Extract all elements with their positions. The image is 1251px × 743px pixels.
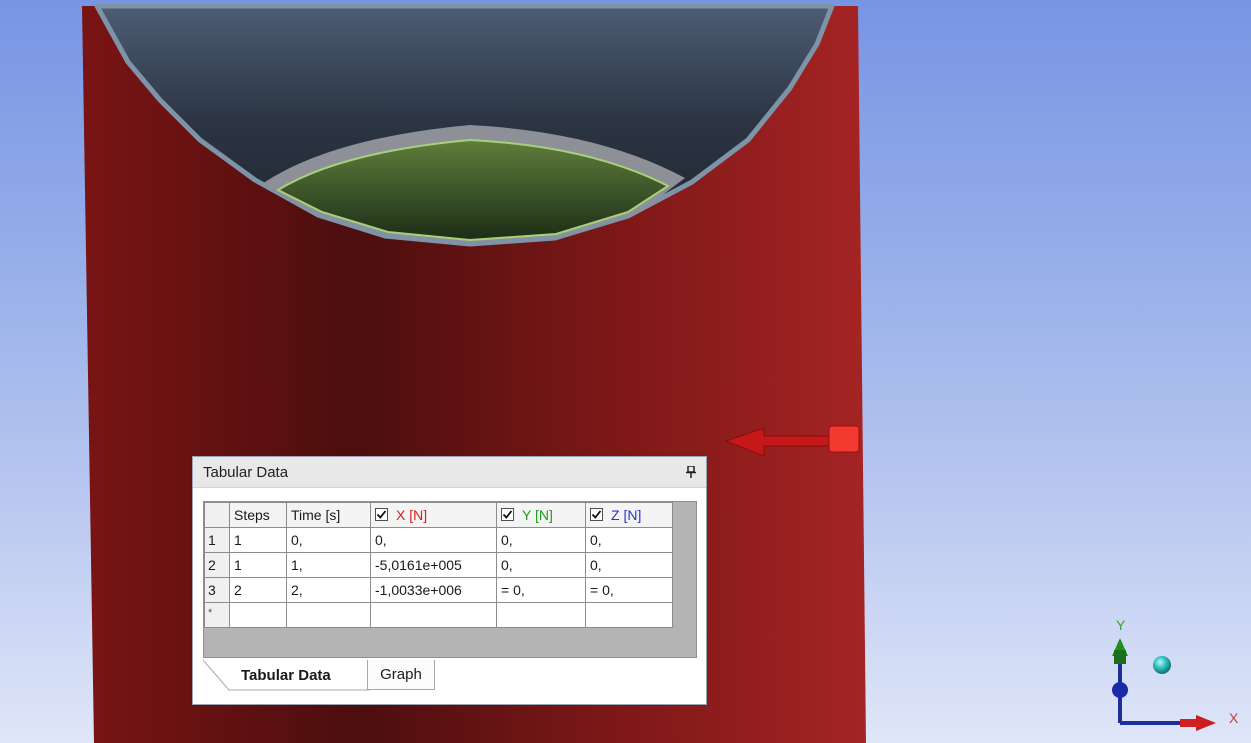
cell-time[interactable]: 0,: [286, 527, 371, 553]
cell-x[interactable]: -5,0161e+005: [370, 552, 497, 578]
row-number[interactable]: 2: [204, 552, 230, 578]
col-header-z-label: Z [N]: [611, 506, 642, 523]
tabular-data-panel: Tabular Data Steps Time [s] X [N] Y [N] …: [192, 456, 707, 705]
col-header-time[interactable]: Time [s]: [286, 502, 371, 528]
cell-y[interactable]: 0,: [496, 552, 586, 578]
col-header-y[interactable]: Y [N]: [496, 502, 586, 528]
col-header-steps-label: Steps: [234, 507, 270, 523]
cell-time[interactable]: 1,: [286, 552, 371, 578]
data-table: Steps Time [s] X [N] Y [N] Z [N] 1 1 0, …: [204, 502, 673, 628]
cell-z[interactable]: [585, 602, 673, 628]
coordinate-triad-icon: [1112, 638, 1216, 731]
cell-y[interactable]: = 0,: [496, 577, 586, 603]
cell-z[interactable]: 0,: [585, 552, 673, 578]
new-row-marker[interactable]: *: [204, 602, 230, 628]
triad-x-label: X: [1229, 710, 1239, 726]
panel-header: Tabular Data: [193, 457, 706, 488]
checkmark-icon: [502, 510, 513, 520]
cell-steps[interactable]: [229, 602, 287, 628]
col-header-y-label: Y [N]: [522, 506, 553, 523]
triad-y-label: Y: [1116, 617, 1126, 633]
corner-cell[interactable]: [204, 502, 230, 528]
cell-time[interactable]: 2,: [286, 577, 371, 603]
checkmark-icon: [591, 510, 602, 520]
cell-steps[interactable]: 1: [229, 527, 287, 553]
new-row-star: *: [208, 607, 213, 619]
cell-y[interactable]: [496, 602, 586, 628]
cell-y[interactable]: 0,: [496, 527, 586, 553]
x-series-checkbox[interactable]: [375, 508, 388, 522]
cell-time[interactable]: [286, 602, 371, 628]
cell-steps[interactable]: 2: [229, 577, 287, 603]
table-row: 2 1 1, -5,0161e+005 0, 0,: [204, 552, 673, 578]
checkmark-icon: [376, 510, 387, 520]
panel-tab-strip: Tabular Data Graph: [203, 660, 696, 694]
table-row: 3 2 2, -1,0033e+006 = 0, = 0,: [204, 577, 673, 603]
col-header-time-label: Time [s]: [291, 507, 341, 523]
cell-z[interactable]: 0,: [585, 527, 673, 553]
table-row: 1 1 0, 0, 0, 0,: [204, 527, 673, 553]
row-number[interactable]: 1: [204, 527, 230, 553]
table-new-row: *: [204, 602, 673, 628]
col-header-x-label: X [N]: [396, 506, 428, 523]
cell-x[interactable]: 0,: [370, 527, 497, 553]
cell-x[interactable]: [370, 602, 497, 628]
pin-icon[interactable]: [684, 464, 698, 480]
z-series-checkbox[interactable]: [590, 508, 603, 522]
cell-steps[interactable]: 1: [229, 552, 287, 578]
panel-title: Tabular Data: [203, 463, 289, 481]
col-header-steps[interactable]: Steps: [229, 502, 287, 528]
tab-tabular-data[interactable]: Tabular Data: [229, 660, 337, 690]
y-series-checkbox[interactable]: [501, 508, 514, 522]
cell-z[interactable]: = 0,: [585, 577, 673, 603]
col-header-x[interactable]: X [N]: [370, 502, 497, 528]
col-header-z[interactable]: Z [N]: [585, 502, 673, 528]
table-header-row: Steps Time [s] X [N] Y [N] Z [N]: [204, 502, 673, 528]
data-grid[interactable]: Steps Time [s] X [N] Y [N] Z [N] 1 1 0, …: [203, 501, 697, 658]
cell-x[interactable]: -1,0033e+006: [370, 577, 497, 603]
row-number[interactable]: 3: [204, 577, 230, 603]
tab-graph[interactable]: Graph: [367, 660, 435, 690]
